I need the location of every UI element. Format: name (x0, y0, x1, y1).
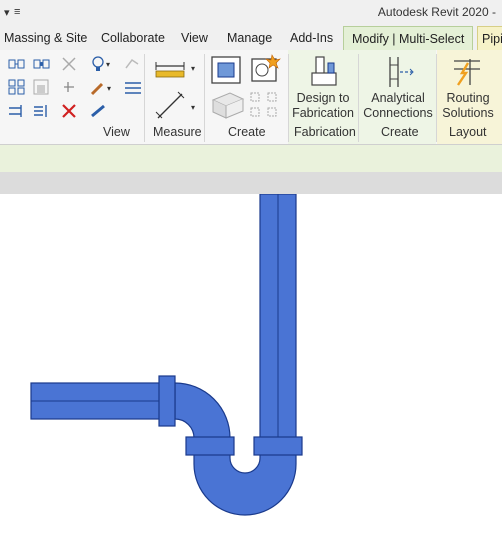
tab-manage[interactable]: Manage (227, 26, 272, 50)
paint-brush-icon[interactable]: ▾ (90, 79, 116, 97)
measure-distance-icon[interactable]: ▾ (154, 58, 200, 80)
analytical-connections-button[interactable]: Analytical Connections (361, 91, 435, 121)
title-bar: ▾ ≡ Autodesk Revit 2020 - (0, 0, 502, 26)
panel-separator (288, 54, 289, 142)
tab-modify-multi-select[interactable]: Modify | Multi-Select (343, 26, 474, 51)
link-view-icon[interactable] (8, 56, 26, 72)
tab-add-ins[interactable]: Add-Ins (290, 26, 333, 50)
drawing-canvas[interactable] (0, 193, 502, 530)
split-icon[interactable] (8, 103, 26, 119)
quick-access-dropdown-icon[interactable]: ▾ (4, 6, 10, 19)
line-weight-icon[interactable] (123, 79, 143, 97)
copy-icon[interactable] (33, 56, 51, 72)
delete-icon[interactable] (60, 103, 78, 119)
trim-icon[interactable] (33, 103, 51, 119)
panel-label-measure: Measure (153, 125, 202, 139)
view-tab-strip (0, 172, 502, 194)
design-to-fabrication-button[interactable]: Design to Fabrication (290, 91, 356, 121)
p-trap-pipe[interactable] (30, 193, 303, 516)
pipe-coupling[interactable] (158, 375, 176, 427)
array-icon[interactable] (8, 79, 26, 95)
svg-text:▾: ▾ (191, 64, 195, 73)
svg-text:▾: ▾ (191, 103, 195, 112)
options-bar (0, 145, 502, 173)
create-parts-icon[interactable] (210, 90, 246, 120)
design-to-fabrication-label-1: Design to (296, 91, 350, 105)
panel-label-view: View (103, 125, 130, 139)
pipe-drawing[interactable] (0, 193, 502, 530)
tab-collaborate[interactable]: Collaborate (101, 26, 165, 50)
scale-icon[interactable] (33, 79, 51, 95)
create-assembly-icon[interactable] (248, 90, 282, 120)
create-similar-icon[interactable] (248, 53, 282, 85)
routing-solutions-label-2: Solutions (442, 106, 494, 120)
tab-view[interactable]: View (181, 26, 208, 50)
tab-piping[interactable]: Pipi (477, 26, 502, 51)
design-to-fabrication-icon[interactable] (308, 55, 340, 89)
pipe-coupling[interactable] (253, 436, 303, 456)
panel-label-create-2: Create (381, 125, 419, 139)
svg-text:▾: ▾ (107, 84, 111, 93)
lightbulb-icon[interactable]: ▾ (90, 55, 112, 73)
thin-lines-icon[interactable] (90, 103, 108, 119)
quick-access-customize-icon[interactable]: ≡ (14, 6, 20, 18)
panel-separator (204, 54, 205, 142)
panel-separator (436, 54, 437, 142)
routing-solutions-button[interactable]: Routing Solutions (439, 91, 497, 121)
cut-profile-icon[interactable] (123, 55, 141, 73)
window-title: Autodesk Revit 2020 - (377, 5, 496, 19)
analytical-connections-icon[interactable] (380, 55, 414, 89)
analytical-connections-label-2: Connections (363, 106, 433, 120)
pin-icon[interactable] (60, 79, 78, 95)
svg-text:▾: ▾ (106, 60, 110, 69)
panel-label-layout: Layout (449, 125, 487, 139)
ribbon-tabs: Massing & Site Collaborate View Manage A… (0, 26, 502, 51)
routing-solutions-icon[interactable] (450, 55, 484, 89)
unjoin-icon[interactable] (60, 55, 78, 73)
design-to-fabrication-label-2: Fabrication (292, 106, 354, 120)
panel-label-fabrication: Fabrication (294, 125, 356, 139)
tab-massing-site[interactable]: Massing & Site (4, 26, 87, 50)
panel-separator (358, 54, 359, 142)
routing-solutions-label-1: Routing (446, 91, 490, 105)
measure-angle-icon[interactable]: ▾ (154, 90, 200, 122)
panel-separator (144, 54, 145, 142)
panel-label-create: Create (228, 125, 266, 139)
pipe-coupling[interactable] (185, 436, 235, 456)
create-group-icon[interactable] (210, 55, 244, 85)
analytical-connections-label-1: Analytical (371, 91, 425, 105)
pipe-elbow[interactable] (174, 382, 231, 439)
